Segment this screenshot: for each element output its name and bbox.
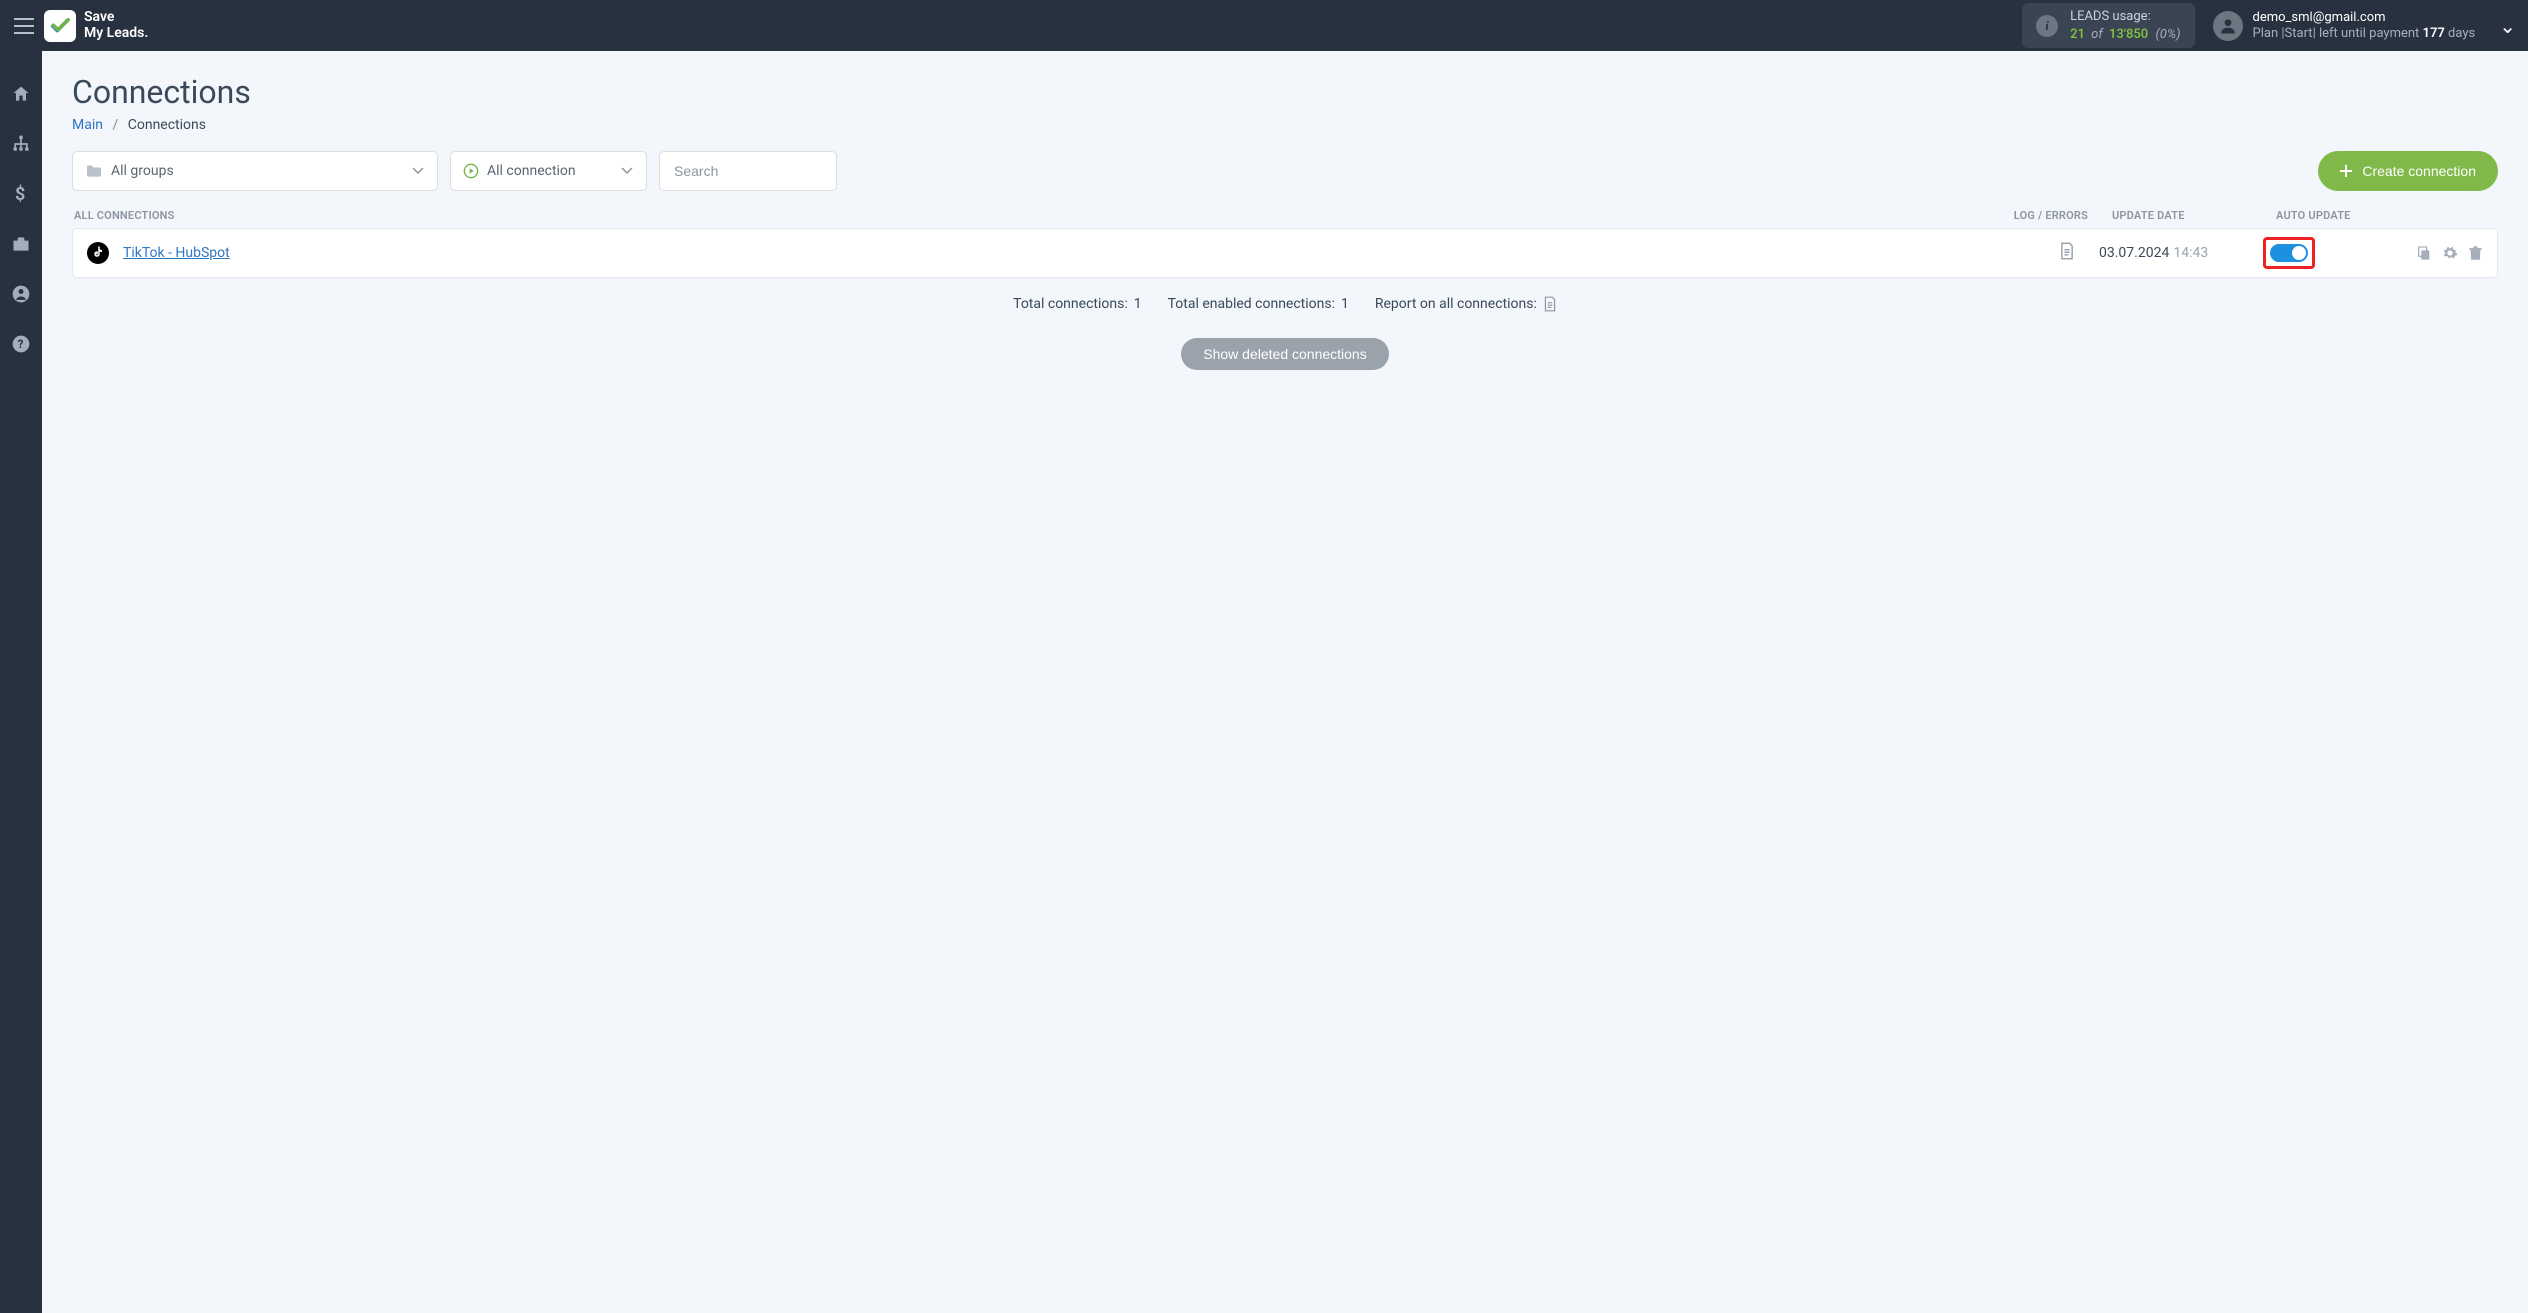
- hamburger-icon[interactable]: [12, 14, 36, 38]
- sidebar-item-toolbox[interactable]: [0, 227, 42, 261]
- user-menu[interactable]: demo_sml@gmail.com Plan |Start| left unt…: [2213, 10, 2476, 41]
- auto-update-highlight: [2263, 237, 2315, 269]
- row-actions: [2383, 245, 2483, 261]
- th-log: LOG / ERRORS: [1996, 209, 2096, 222]
- leads-used: 21: [2070, 27, 2085, 42]
- top-bar: Save My Leads. i LEADS usage: 21 of 13'8…: [0, 0, 2528, 51]
- page-title: Connections: [72, 73, 2498, 111]
- groups-dropdown[interactable]: All groups: [72, 151, 438, 191]
- tiktok-icon: [87, 242, 109, 264]
- user-email: demo_sml@gmail.com: [2253, 10, 2476, 26]
- sidebar-item-connections[interactable]: [0, 127, 42, 161]
- summary-row: Total connections: 1 Total enabled conne…: [72, 296, 2498, 312]
- th-date: UPDATE DATE: [2096, 209, 2276, 222]
- trash-icon[interactable]: [2468, 245, 2483, 261]
- leads-of: of: [2091, 27, 2103, 42]
- auto-update-toggle[interactable]: [2270, 244, 2308, 262]
- brand-logo[interactable]: Save My Leads.: [44, 10, 148, 42]
- brand-name: Save My Leads.: [84, 10, 148, 41]
- create-connection-label: Create connection: [2362, 163, 2476, 179]
- leads-pct: (0%): [2155, 27, 2180, 42]
- user-plan: Plan |Start| left until payment 177 days: [2253, 26, 2476, 42]
- breadcrumb-current: Connections: [128, 117, 206, 133]
- breadcrumb-main[interactable]: Main: [72, 117, 103, 133]
- copy-icon[interactable]: [2416, 245, 2432, 261]
- breadcrumb: Main / Connections: [72, 117, 2498, 133]
- plus-icon: [2340, 165, 2352, 177]
- chevron-down-icon: [411, 166, 425, 176]
- document-icon[interactable]: [1543, 296, 1557, 312]
- th-all: ALL CONNECTIONS: [74, 209, 1996, 222]
- chevron-down-icon[interactable]: ⌄: [2499, 16, 2516, 36]
- sidebar-item-help[interactable]: ?: [0, 327, 42, 361]
- status-label: All connection: [487, 163, 576, 179]
- groups-label: All groups: [111, 163, 174, 179]
- status-dropdown[interactable]: All connection: [450, 151, 647, 191]
- svg-text:?: ?: [18, 337, 24, 351]
- sidebar-item-billing[interactable]: $: [0, 177, 42, 211]
- leads-label: LEADS usage:: [2070, 9, 2180, 25]
- sidebar-item-home[interactable]: [0, 77, 42, 111]
- th-auto: AUTO UPDATE: [2276, 209, 2396, 222]
- show-deleted-button[interactable]: Show deleted connections: [1181, 338, 1388, 370]
- sidebar: $ ?: [0, 51, 42, 1313]
- leads-usage-box[interactable]: i LEADS usage: 21 of 13'850 (0%): [2022, 3, 2194, 48]
- gear-icon[interactable]: [2442, 245, 2458, 261]
- svg-text:$: $: [15, 184, 25, 204]
- folder-icon: [85, 164, 103, 178]
- play-icon: [463, 163, 479, 179]
- create-connection-button[interactable]: Create connection: [2318, 151, 2498, 191]
- summary-report: Report on all connections:: [1375, 296, 1557, 312]
- main-content: Connections Main / Connections All group…: [42, 51, 2528, 1313]
- info-icon: i: [2036, 15, 2058, 37]
- connection-row[interactable]: TikTok - HubSpot 03.07.202414:43: [72, 228, 2498, 278]
- log-icon-cell[interactable]: [1983, 242, 2083, 264]
- filters-row: All groups All connection: [72, 151, 2498, 191]
- update-date: 03.07.202414:43: [2083, 245, 2263, 261]
- summary-total: Total connections: 1: [1013, 296, 1141, 312]
- connection-name[interactable]: TikTok - HubSpot: [123, 245, 230, 261]
- table-header: ALL CONNECTIONS LOG / ERRORS UPDATE DATE…: [72, 205, 2498, 228]
- sidebar-item-account[interactable]: [0, 277, 42, 311]
- summary-enabled: Total enabled connections: 1: [1168, 296, 1349, 312]
- logo-icon: [44, 10, 76, 42]
- leads-total: 13'850: [2109, 27, 2148, 42]
- chevron-down-icon: [620, 166, 634, 176]
- avatar-icon: [2213, 11, 2243, 41]
- search-input[interactable]: [659, 151, 837, 191]
